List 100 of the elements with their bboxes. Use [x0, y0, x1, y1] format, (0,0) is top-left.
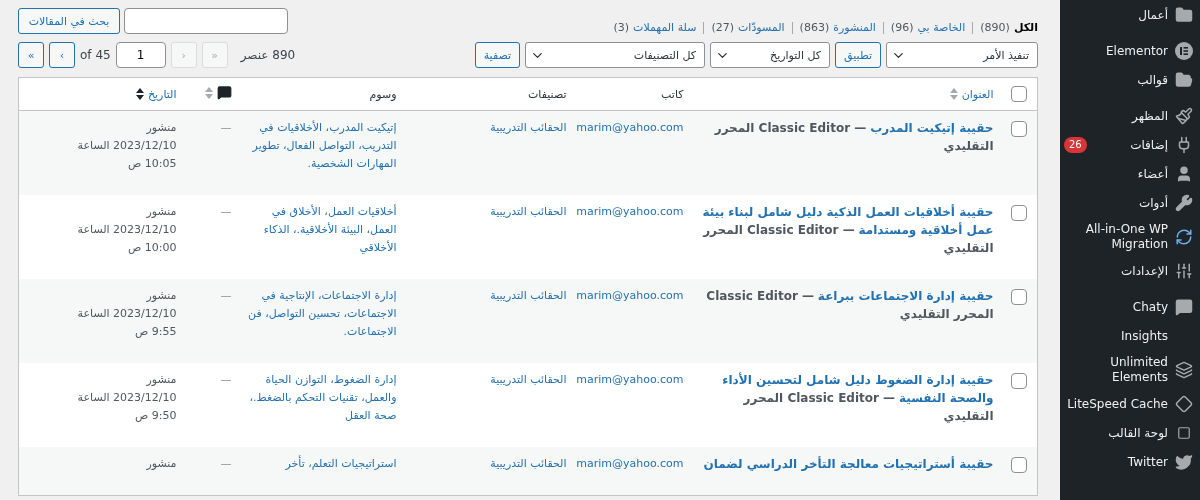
sidebar-item[interactable]: الإعدادات	[1060, 256, 1200, 285]
category-link[interactable]: الحقائب التدريبية	[490, 121, 567, 134]
elementor-icon	[1175, 42, 1193, 60]
column-sort-link[interactable]	[204, 85, 232, 100]
view-count: (3)	[613, 21, 630, 34]
post-status: منشور	[146, 120, 177, 136]
post-title-link[interactable]: حقيبة إتيكيت المدرب — Classic Editor المحرر التقليدي	[699, 119, 994, 155]
sidebar-item[interactable]: LiteSpeed Cache	[1060, 389, 1200, 418]
column-sort-link[interactable]: العنوان	[949, 87, 994, 101]
post-date: 2023/12/10 الساعة 9:50 ص	[76, 390, 177, 424]
sidebar-item[interactable]: أعضاء	[1060, 159, 1200, 188]
sidebar-item[interactable]: المظهر	[1060, 101, 1200, 130]
author-link[interactable]: marim@yahoo.com	[576, 121, 684, 134]
user-icon	[1175, 165, 1193, 183]
post-title-link[interactable]: حقيبة إدارة الاجتماعات ببراعة — Classic Editor المحرر التقليدي	[699, 287, 994, 323]
post-status: منشور	[146, 288, 177, 304]
comment-count: —	[220, 373, 232, 386]
view-filter-link[interactable]: المنشورة	[833, 21, 876, 34]
post-date: 2023/12/10 الساعة 9:55 ص	[76, 306, 177, 340]
view-filter-link[interactable]: سلة المهملات	[633, 21, 697, 34]
row-checkbox[interactable]	[1011, 457, 1027, 473]
category-link[interactable]: الحقائب التدريبية	[490, 457, 567, 470]
sidebar-item[interactable]: Elementor	[1060, 36, 1200, 65]
bulk-action-select[interactable]: تنفيذ الأمر	[886, 42, 1038, 68]
count-badge: 26	[1064, 137, 1087, 153]
search-button[interactable]: بحث في المقالات	[18, 8, 120, 34]
post-title-link[interactable]: حقيبة أخلاقيات العمل الذكية دليل شامل لبناء بيئة عمل أخلاقية ومستدامة — Classic Editor المحرر التقليدي	[699, 203, 994, 257]
author-link[interactable]: marim@yahoo.com	[576, 373, 684, 386]
row-checkbox[interactable]	[1011, 205, 1027, 221]
comment-count: —	[220, 457, 232, 470]
tags-links[interactable]: استراتيجيات التعلم، تأخر	[247, 455, 397, 473]
tags-links[interactable]: إدارة الضغوط، التوازن الحياة والعمل، تقنيات التحكم بالضغط.، صحة العقل	[247, 371, 397, 425]
row-checkbox[interactable]	[1011, 289, 1027, 305]
sort-icon	[949, 87, 958, 101]
refresh-icon	[1175, 228, 1193, 246]
comment-icon	[216, 85, 232, 100]
column-header: وسوم	[369, 87, 397, 101]
sidebar-item[interactable]: All-in-One WP Migration	[1060, 217, 1200, 256]
tags-links[interactable]: أخلاقيات العمل، الأخلاق في العمل، البيئة الأخلاقية.، الذكاء الأخلاقي	[247, 203, 397, 257]
view-filter-link[interactable]: الخاصة بي	[917, 21, 966, 34]
item-count: 890 عنصر	[240, 48, 296, 62]
tags-links[interactable]: إتيكيت المدرب، الأخلاقيات في التدريب، التواصل الفعال، تطوير المهارات الشخصية.	[247, 119, 397, 173]
page-nav-button[interactable]: ›	[49, 42, 75, 68]
filter-button[interactable]: تصفية	[474, 42, 521, 68]
sidebar-item[interactable]: Twitter	[1060, 447, 1200, 476]
folder-icon	[1175, 71, 1193, 89]
post-title-link[interactable]: حقيبة أستراتيجيات معالجة التأخر الدراسي لضمان	[699, 455, 994, 473]
sliders-icon	[1175, 262, 1193, 280]
row-checkbox[interactable]	[1011, 121, 1027, 137]
row-checkbox[interactable]	[1011, 373, 1027, 389]
column-sort-link[interactable]: التاريخ	[135, 87, 177, 101]
page-total: of 45	[80, 48, 111, 62]
sidebar-item[interactable]: Chaty	[1060, 292, 1200, 321]
category-link[interactable]: الحقائب التدريبية	[490, 289, 567, 302]
search-field[interactable]	[124, 8, 288, 34]
diamond-icon	[1175, 395, 1193, 413]
comment-count: —	[220, 205, 232, 218]
square-icon	[1177, 426, 1191, 440]
view-count: (890)	[980, 21, 1010, 34]
sort-icon	[135, 87, 144, 101]
date-select[interactable]: كل التواريخ	[710, 42, 831, 68]
view-count: (96)	[890, 21, 914, 34]
sidebar-item[interactable]: قوالب	[1060, 65, 1200, 94]
sort-icon	[204, 85, 213, 100]
category-link[interactable]: الحقائب التدريبية	[490, 205, 567, 218]
post-status: منشور	[146, 204, 177, 220]
apply-button[interactable]: تطبيق	[835, 42, 881, 68]
column-header: كاتب	[661, 87, 684, 101]
page-nav-button[interactable]: »	[18, 42, 44, 68]
view-filter-link[interactable]: المسودّات	[738, 21, 785, 34]
view-count: (863)	[799, 21, 830, 34]
sidebar-item[interactable]: Insights	[1060, 321, 1200, 350]
post-date: 2023/12/10 الساعة 10:00 ص	[76, 222, 177, 256]
folder-icon	[1175, 6, 1193, 24]
view-count: (27)	[711, 21, 734, 34]
comment-count: —	[220, 121, 232, 134]
view-filter-link[interactable]: الكل	[1013, 21, 1038, 34]
column-header: تصنيفات	[528, 87, 567, 101]
select-all-checkbox[interactable]	[1011, 86, 1027, 102]
page-number-field[interactable]: 1	[115, 42, 166, 68]
category-select[interactable]: كل التصنيفات	[525, 42, 706, 68]
author-link[interactable]: marim@yahoo.com	[576, 205, 684, 218]
author-link[interactable]: marim@yahoo.com	[576, 457, 684, 470]
sidebar-item[interactable]: أدوات	[1060, 188, 1200, 217]
twitter-icon	[1175, 453, 1193, 471]
post-status: منشور	[146, 372, 177, 388]
post-title-link[interactable]: حقيبة إدارة الضغوط دليل شامل لتحسين الأداء والصحة النفسية — Classic Editor المحرر التقليدي	[699, 371, 994, 425]
category-link[interactable]: الحقائب التدريبية	[490, 373, 567, 386]
author-link[interactable]: marim@yahoo.com	[576, 289, 684, 302]
wrench-icon	[1175, 194, 1193, 212]
layers-icon	[1175, 361, 1193, 379]
sidebar-item[interactable]: لوحة القالب	[1060, 418, 1200, 447]
post-status: منشور	[146, 456, 177, 472]
sidebar-item[interactable]: Unlimited Elements	[1060, 350, 1200, 389]
post-date: 2023/12/10 الساعة 10:05 ص	[76, 138, 177, 172]
paintbrush-icon	[1175, 107, 1193, 125]
sidebar-item[interactable]: أعمال	[1060, 0, 1200, 29]
comment-count: —	[220, 289, 232, 302]
chat-icon	[1175, 298, 1193, 316]
tags-links[interactable]: إدارة الاجتماعات، الإنتاجية في الاجتماعات، تحسين التواصل، فن الاجتماعات.	[247, 287, 397, 341]
